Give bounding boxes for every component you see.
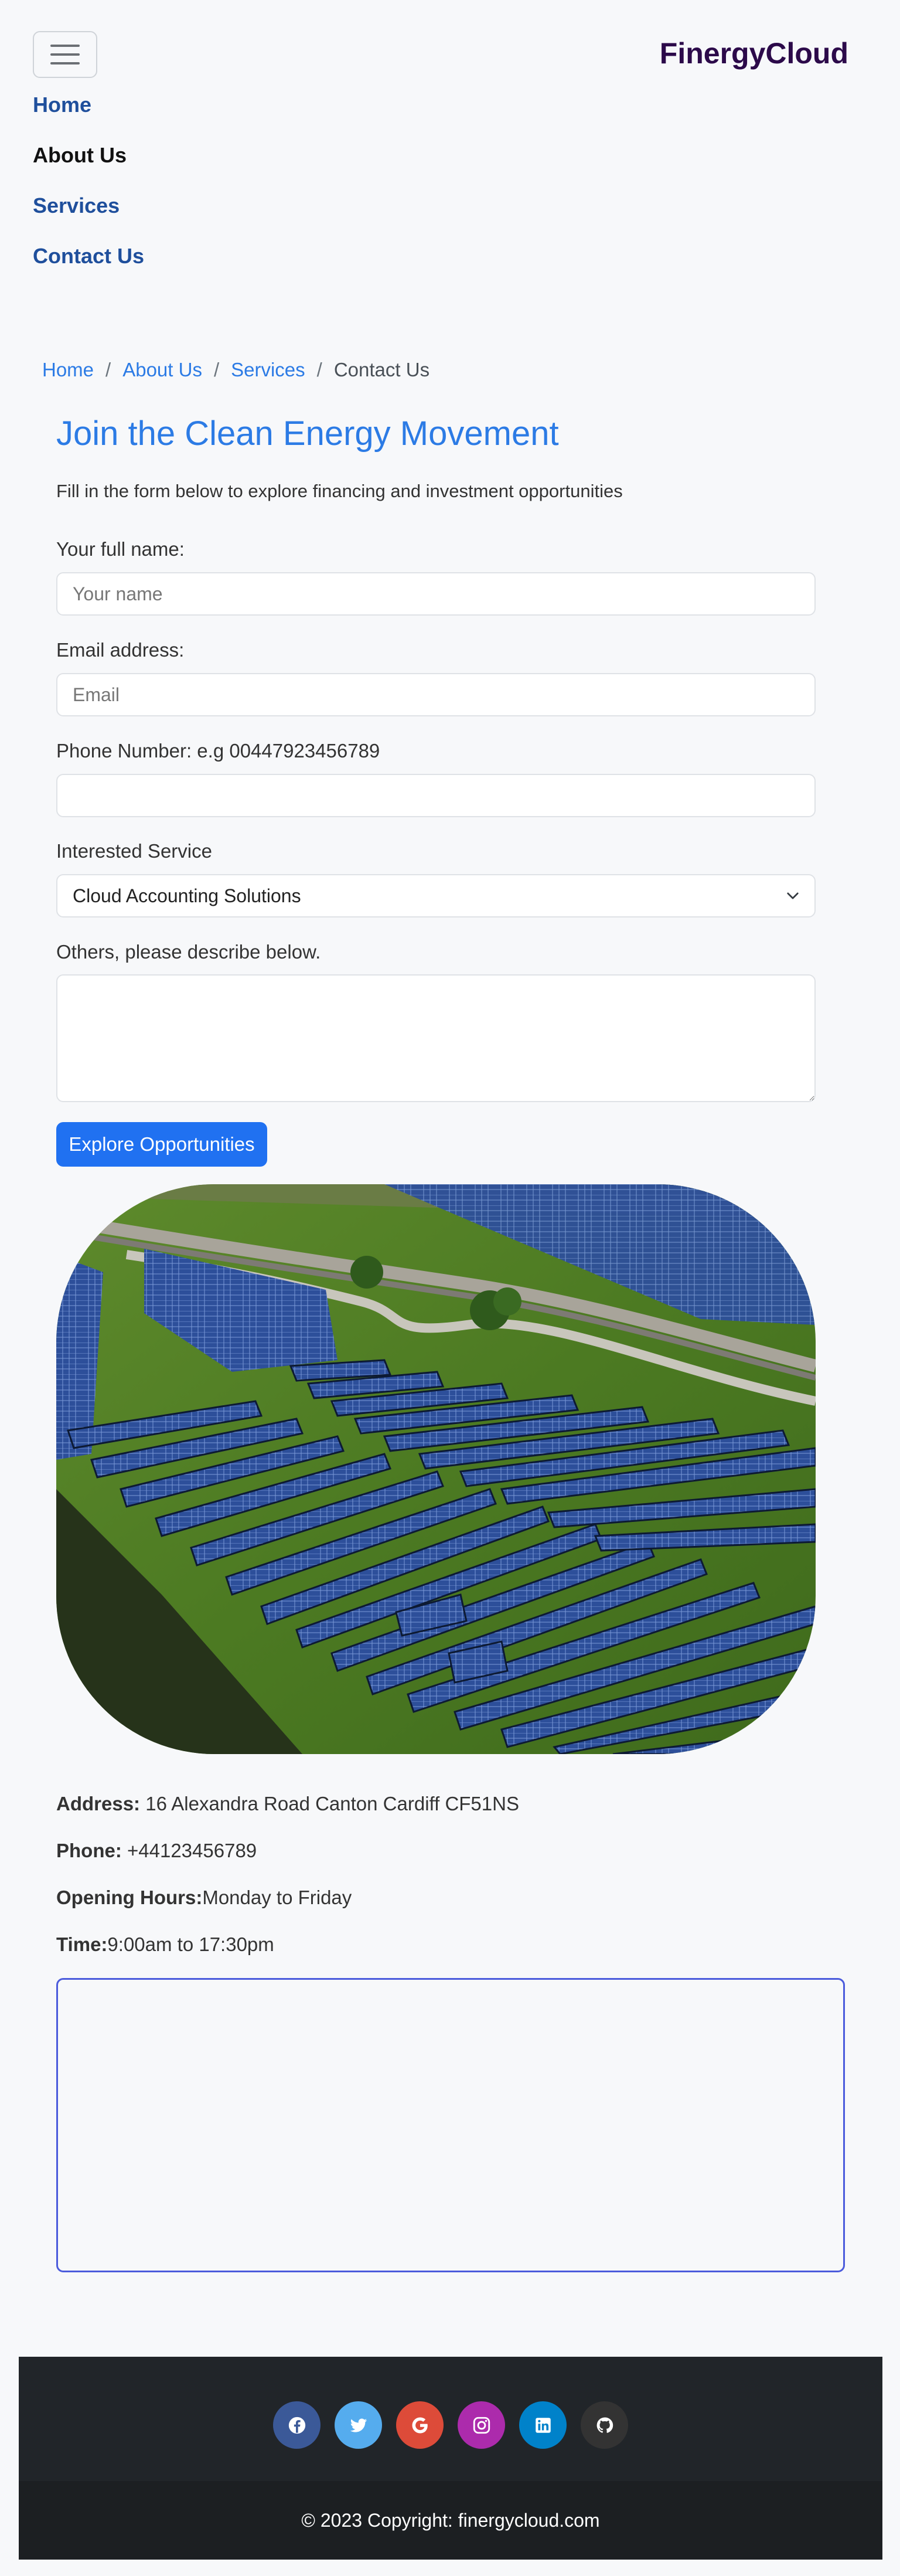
social-links (19, 2401, 882, 2449)
hamburger-icon (50, 45, 80, 47)
nav-item-about-us[interactable]: About Us (33, 141, 144, 192)
time-label: Time: (56, 1933, 108, 1955)
email-label: Email address: (56, 639, 185, 661)
copyright-text: © 2023 Copyright: finergycloud.com (19, 2481, 882, 2560)
name-label: Your full name: (56, 538, 185, 560)
others-textarea[interactable] (56, 974, 816, 1102)
linkedin-button[interactable] (519, 2401, 567, 2449)
brand-logo[interactable]: FinergyCloud (660, 36, 848, 70)
page-title: Join the Clean Energy Movement (56, 414, 559, 453)
phone-input[interactable] (56, 774, 816, 817)
nav-menu: Home About Us Services Contact Us (33, 91, 144, 293)
breadcrumb-about-us[interactable]: About Us (122, 359, 202, 381)
service-label: Interested Service (56, 840, 212, 862)
linkedin-icon (535, 2417, 551, 2433)
twitter-button[interactable] (335, 2401, 382, 2449)
email-input[interactable] (56, 673, 816, 716)
breadcrumb-services[interactable]: Services (231, 359, 305, 381)
phone-contact-value: +44123456789 (121, 1840, 257, 1861)
nav-item-home[interactable]: Home (33, 91, 144, 141)
service-select[interactable]: Cloud Accounting Solutions (56, 874, 816, 917)
instagram-icon (473, 2417, 490, 2434)
explore-opportunities-button[interactable]: Explore Opportunities (56, 1122, 267, 1167)
github-icon (596, 2417, 613, 2433)
nav-item-services[interactable]: Services (33, 192, 144, 242)
footer: © 2023 Copyright: finergycloud.com (19, 2357, 882, 2560)
address-line: Address: 16 Alexandra Road Canton Cardif… (56, 1793, 519, 1815)
hours-value: Monday to Friday (202, 1887, 352, 1908)
breadcrumb-separator: / (316, 359, 322, 380)
name-input[interactable] (56, 572, 816, 616)
twitter-icon (350, 2418, 367, 2432)
breadcrumb-home[interactable]: Home (42, 359, 94, 381)
breadcrumb-separator: / (213, 359, 220, 380)
solar-farm-image (56, 1184, 816, 1754)
nav-item-contact-us[interactable]: Contact Us (33, 242, 144, 293)
phone-contact-label: Phone: (56, 1840, 122, 1861)
others-label: Others, please describe below. (56, 941, 321, 963)
address-label: Address: (56, 1793, 141, 1814)
google-icon (412, 2417, 428, 2433)
google-button[interactable] (396, 2401, 444, 2449)
breadcrumb-current: Contact Us (333, 359, 430, 380)
service-selected-value: Cloud Accounting Solutions (73, 885, 301, 906)
address-value: 16 Alexandra Road Canton Cardiff CF51NS (140, 1793, 519, 1814)
chevron-down-icon (787, 892, 799, 899)
breadcrumb: Home / About Us / Services / Contact Us (42, 359, 429, 381)
time-line: Time:9:00am to 17:30pm (56, 1933, 274, 1956)
form-lead-text: Fill in the form below to explore financ… (56, 481, 623, 501)
hours-line: Opening Hours:Monday to Friday (56, 1887, 352, 1909)
breadcrumb-separator: / (105, 359, 111, 380)
phone-label: Phone Number: e.g 00447923456789 (56, 740, 380, 762)
github-button[interactable] (581, 2401, 628, 2449)
navbar-toggle-button[interactable] (33, 31, 97, 78)
phone-line: Phone: +44123456789 (56, 1840, 257, 1862)
facebook-icon (288, 2417, 305, 2434)
time-value: 9:00am to 17:30pm (107, 1933, 274, 1955)
instagram-button[interactable] (458, 2401, 505, 2449)
map-embed[interactable] (56, 1978, 845, 2272)
facebook-button[interactable] (273, 2401, 321, 2449)
hours-label: Opening Hours: (56, 1887, 203, 1908)
